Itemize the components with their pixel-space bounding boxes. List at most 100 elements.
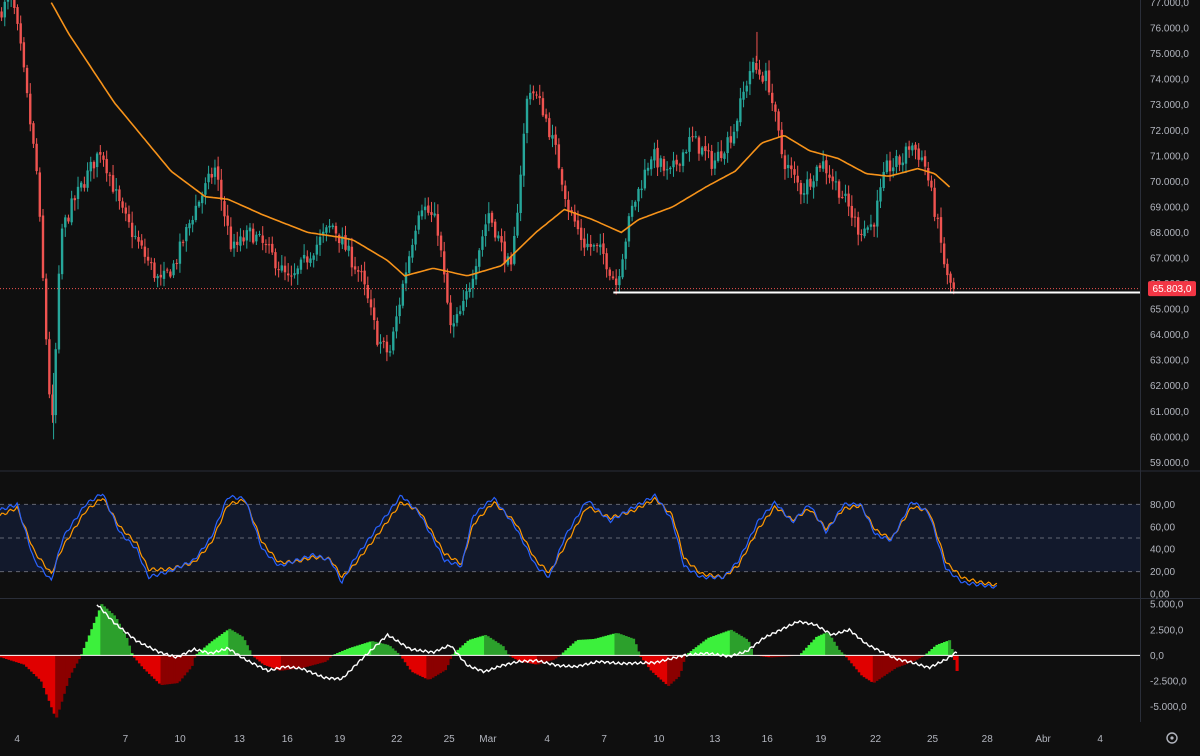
candle-body — [488, 213, 490, 223]
candle-body — [612, 276, 614, 278]
candle-body — [446, 273, 448, 303]
candle-body — [930, 181, 932, 188]
candle-body — [711, 151, 713, 169]
candle[interactable] — [402, 280, 404, 308]
candle-body — [128, 214, 130, 222]
price-axis-tick: 61.000,0 — [1150, 407, 1189, 418]
candle-body — [889, 160, 891, 171]
candle-body — [618, 276, 620, 285]
candle-body — [688, 137, 690, 152]
candle[interactable] — [42, 209, 44, 281]
candle-body — [564, 186, 566, 199]
candle-body — [83, 184, 85, 188]
candle[interactable] — [61, 224, 63, 280]
candle[interactable] — [26, 65, 28, 98]
candle-body — [841, 197, 843, 198]
candle-body — [45, 279, 47, 340]
oscillator-axis-tick: -2.500,0 — [1150, 677, 1187, 688]
candle-body — [879, 187, 881, 201]
candle-body — [806, 179, 808, 194]
candle[interactable] — [39, 167, 41, 221]
time-axis-tick: 22 — [391, 734, 403, 745]
candle-body — [481, 236, 483, 249]
candle-body — [796, 176, 798, 183]
candle[interactable] — [45, 274, 47, 345]
time-axis-tick: 28 — [982, 734, 994, 745]
candle-body — [946, 264, 948, 275]
candle-body — [141, 240, 143, 245]
candle-body — [717, 152, 719, 161]
time-axis-tick: 10 — [653, 734, 665, 745]
candle-body — [19, 23, 21, 43]
candle-body — [698, 137, 700, 153]
candle-body — [357, 270, 359, 272]
candle-body — [379, 342, 381, 344]
candle-body — [615, 279, 617, 285]
candle-body — [7, 0, 9, 2]
candle-body — [418, 215, 420, 229]
candle-body — [898, 156, 900, 164]
candle-body — [800, 183, 802, 194]
candle-body — [347, 246, 349, 251]
candle-body — [876, 201, 878, 227]
candle-body — [153, 263, 155, 278]
candle[interactable] — [446, 269, 448, 305]
candle-body — [644, 170, 646, 189]
chart-canvas[interactable]: 59.000,060.000,061.000,062.000,063.000,0… — [0, 0, 1200, 751]
time-axis-tick: 16 — [282, 734, 294, 745]
candle-body — [99, 152, 101, 155]
candle-body — [389, 351, 391, 352]
candle[interactable] — [55, 343, 57, 424]
price-axis-tick: 77.000,0 — [1150, 0, 1189, 9]
candle-body — [207, 174, 209, 182]
price-axis-tick: 68.000,0 — [1150, 228, 1189, 239]
candle-body — [160, 275, 162, 278]
histogram-bar — [637, 651, 640, 655]
candle[interactable] — [376, 317, 378, 346]
candle-body — [704, 146, 706, 151]
candle-body — [86, 170, 88, 187]
candle-body — [80, 183, 82, 188]
histogram-bar — [956, 655, 959, 671]
oscillator-axis-tick: 0,0 — [1150, 651, 1164, 662]
candle-body — [166, 270, 168, 271]
candle-body — [602, 243, 604, 254]
price-axis-tick: 76.000,0 — [1150, 24, 1189, 35]
candle-body — [812, 181, 814, 187]
chart-window: 59.000,060.000,061.000,062.000,063.000,0… — [0, 0, 1200, 751]
candle-body — [156, 276, 158, 278]
candle-body — [739, 98, 741, 122]
candle[interactable] — [23, 37, 25, 72]
candle-body — [714, 160, 716, 168]
candle-body — [902, 163, 904, 166]
candle-body — [144, 247, 146, 257]
candle-body — [319, 237, 321, 245]
candle-body — [204, 183, 206, 195]
candle-body — [590, 244, 592, 247]
candle-body — [242, 237, 244, 241]
candle-body — [191, 220, 193, 224]
stochastic-axis-tick: 80,00 — [1150, 500, 1175, 511]
candle-body — [768, 70, 770, 92]
candle-body — [605, 253, 607, 269]
candle-body — [908, 146, 910, 149]
candle-body — [761, 76, 763, 82]
candle-body — [656, 148, 658, 168]
time-axis-tick: Mar — [479, 734, 497, 745]
time-axis-tick: 25 — [444, 734, 456, 745]
candle-body — [179, 242, 181, 264]
candle[interactable] — [48, 332, 50, 398]
stochastic-axis-tick: 60,00 — [1150, 522, 1175, 533]
candle-body — [523, 134, 525, 176]
candle-body — [255, 235, 257, 242]
candle-body — [39, 172, 41, 216]
candle-body — [561, 169, 563, 185]
candle[interactable] — [58, 265, 60, 353]
candle-body — [723, 153, 725, 158]
candle-body — [695, 136, 697, 137]
oscillator-axis-tick: 2.500,0 — [1150, 625, 1184, 636]
candle-body — [376, 321, 378, 345]
candle-body — [462, 301, 464, 311]
candle-body — [870, 224, 872, 226]
price-axis-tick: 69.000,0 — [1150, 202, 1189, 213]
